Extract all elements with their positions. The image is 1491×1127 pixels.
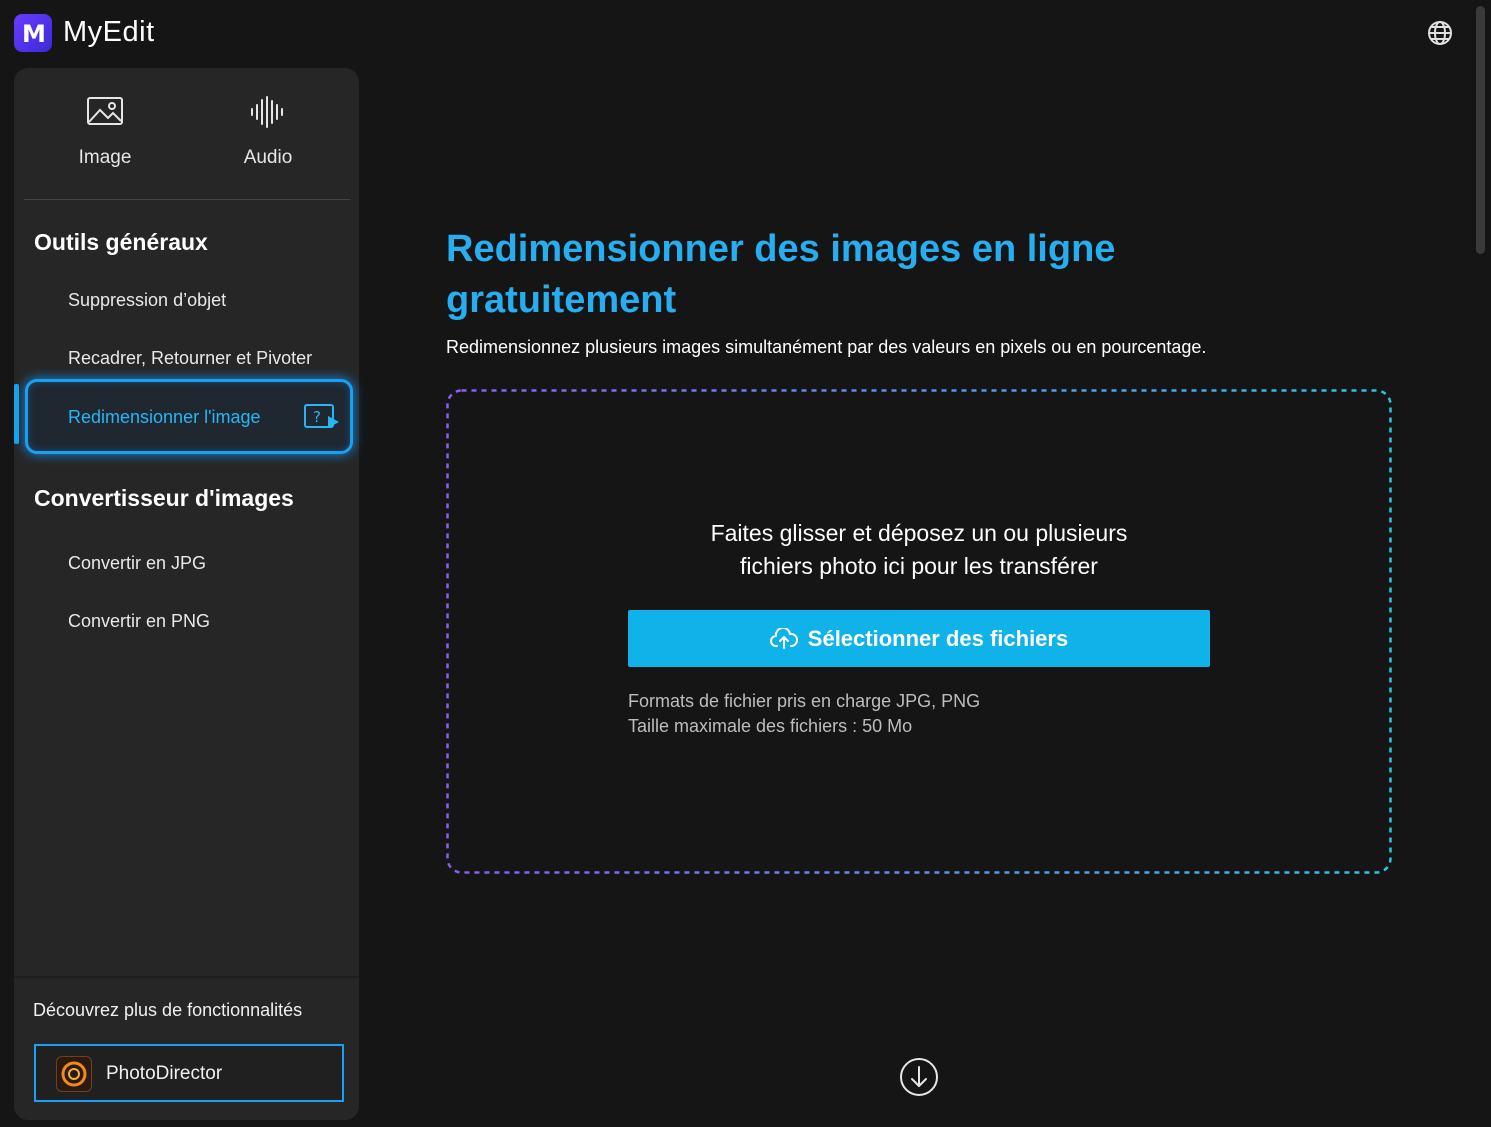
brand-name[interactable]: MyEdit [63,16,155,49]
max-file-size: Taille maximale des fichiers : 50 Mo [628,716,913,736]
arrow-down-circle-icon[interactable] [898,1056,940,1098]
photodirector-logo-icon [56,1056,92,1092]
dropzone-line-2: fichiers photo ici pour les transférer [740,553,1098,579]
sidebar-item-object-removal[interactable]: Suppression d’objet [68,290,226,311]
audio-waveform-icon [251,96,283,128]
photodirector-button[interactable]: PhotoDirector [34,1044,344,1102]
top-bar: M MyEdit [0,0,1491,66]
mode-audio-label: Audio [243,147,293,168]
discover-more-panel: Découvrez plus de fonctionnalités PhotoD… [14,976,359,1120]
section-title-image-converter: Convertisseur d'images [34,485,294,511]
discover-title: Découvrez plus de fonctionnalités [33,1000,303,1020]
active-item-indicator [14,384,19,444]
cloud-upload-icon [769,627,798,649]
dropzone-instructions: Faites glisser et déposez un ou plusieur… [446,517,1392,583]
select-files-label: Sélectionner des fichiers [807,625,1069,651]
supported-formats: Formats de fichier pris en charge JPG, P… [628,691,981,711]
sidebar-item-resize-label: Redimensionner l'image [68,407,261,427]
dropzone-line-1: Faites glisser et déposez un ou plusieur… [710,520,1128,546]
photodirector-label: PhotoDirector [106,1063,223,1084]
sidebar-item-resize-image[interactable]: Redimensionner l'image ? [25,379,353,454]
page-title: Redimensionner des images en ligne gratu… [446,228,1116,321]
mode-image-label: Image [78,147,132,168]
section-title-general-tools: Outils généraux [34,229,208,255]
mode-audio-tab[interactable]: Audio [208,96,328,169]
sidebar: Image Audio Outils généraux Suppression … [14,68,359,1120]
logo-letter: M [22,20,46,48]
scrollbar-thumb[interactable] [1476,6,1485,254]
upload-dropzone[interactable]: Faites glisser et déposez un ou plusieur… [446,389,1392,874]
mode-image-tab[interactable]: Image [45,96,165,169]
globe-icon[interactable] [1426,19,1454,47]
sidebar-divider [24,199,350,200]
file-requirements: Formats de fichier pris en charge JPG, P… [628,689,980,739]
select-files-button[interactable]: Sélectionner des fichiers [628,610,1210,667]
help-video-icon[interactable]: ? [304,404,340,430]
image-icon [87,97,123,125]
svg-text:?: ? [313,408,321,426]
sidebar-item-convert-jpg[interactable]: Convertir en JPG [68,553,206,574]
sidebar-item-crop-flip-rotate[interactable]: Recadrer, Retourner et Pivoter [68,348,312,369]
sidebar-item-convert-png[interactable]: Convertir en PNG [68,611,210,632]
myedit-logo-icon[interactable]: M [14,14,52,52]
page-subtitle: Redimensionnez plusieurs images simultan… [446,337,1207,357]
